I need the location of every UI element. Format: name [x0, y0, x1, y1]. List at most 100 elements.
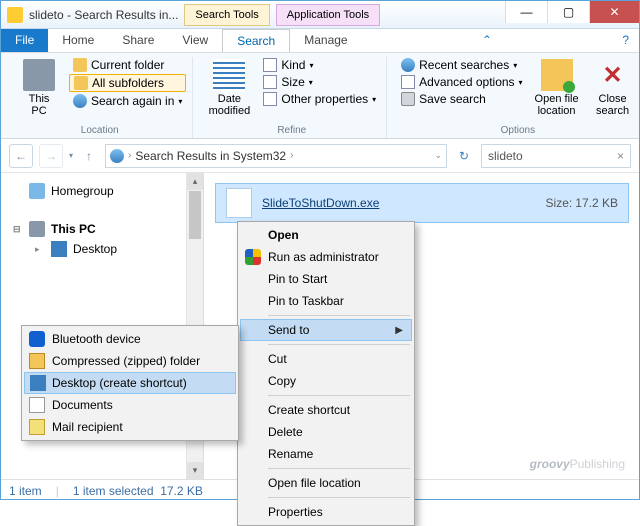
file-menu[interactable]: File: [1, 29, 48, 52]
ctx-properties[interactable]: Properties: [240, 501, 412, 523]
ctx-pin-taskbar[interactable]: Pin to Taskbar: [240, 290, 412, 312]
back-button[interactable]: ←: [9, 144, 33, 168]
ribbon-group-location: This PC Current folder All subfolders Se…: [7, 57, 193, 138]
nav-homegroup[interactable]: Homegroup: [11, 181, 182, 201]
up-button[interactable]: ↑: [79, 146, 99, 166]
calendar-icon: [213, 59, 245, 91]
scroll-thumb[interactable]: [189, 191, 201, 239]
ctx-label: Run as administrator: [268, 250, 379, 264]
ctx-label: Cut: [268, 352, 287, 366]
ctx-send-to[interactable]: Send to▶: [240, 319, 412, 341]
scroll-down-icon[interactable]: ▾: [187, 462, 203, 479]
search-again-label: Search again in: [91, 94, 174, 108]
close-search-button[interactable]: ✕ Close search: [587, 57, 639, 119]
ctx-label: Rename: [268, 447, 313, 461]
nav-label: Desktop: [73, 242, 117, 256]
address-bar[interactable]: › Search Results in System32 › ⌄: [105, 144, 447, 168]
save-search-button[interactable]: Save search: [397, 91, 526, 107]
ctx-rename[interactable]: Rename: [240, 443, 412, 465]
tab-share[interactable]: Share: [108, 29, 168, 52]
address-dropdown-icon[interactable]: ⌄: [434, 150, 442, 161]
sendto-mail[interactable]: Mail recipient: [24, 416, 236, 438]
ctx-divider: [268, 395, 410, 396]
size-button[interactable]: Size ▾: [259, 74, 380, 90]
contextual-tab-search[interactable]: Search Tools: [184, 4, 269, 26]
refresh-button[interactable]: ↻: [453, 145, 475, 167]
breadcrumb-sep: ›: [290, 150, 293, 161]
nav-label: Homegroup: [51, 184, 114, 198]
shield-icon: [245, 249, 261, 265]
all-subfolders-button[interactable]: All subfolders: [69, 74, 186, 92]
recent-searches-button[interactable]: Recent searches ▾: [397, 57, 526, 73]
group-label-options: Options: [501, 123, 535, 138]
ctx-open[interactable]: Open: [240, 224, 412, 246]
scroll-up-icon[interactable]: ▴: [187, 173, 203, 190]
minimize-button[interactable]: —: [505, 1, 547, 23]
sendto-documents[interactable]: Documents: [24, 394, 236, 416]
tab-view[interactable]: View: [168, 29, 222, 52]
search-input[interactable]: slideto ×: [481, 144, 631, 168]
sendto-zip[interactable]: Compressed (zipped) folder: [24, 350, 236, 372]
status-selection: 1 item selected 17.2 KB: [73, 484, 203, 498]
recent-label: Recent searches: [419, 58, 509, 72]
search-again-button[interactable]: Search again in ▾: [69, 93, 186, 109]
ctx-copy[interactable]: Copy: [240, 370, 412, 392]
zip-icon: [29, 353, 45, 369]
folder-icon: [73, 58, 87, 72]
size-label: Size: [281, 75, 304, 89]
nav-this-pc[interactable]: ⊟This PC: [11, 219, 182, 239]
help-button[interactable]: ?: [612, 29, 639, 52]
ctx-open-location[interactable]: Open file location: [240, 472, 412, 494]
nav-desktop[interactable]: ▸Desktop: [11, 239, 182, 259]
ctx-label: Compressed (zipped) folder: [52, 354, 200, 368]
nav-label: This PC: [51, 222, 96, 236]
ctx-label: Open file location: [268, 476, 361, 490]
this-pc-button[interactable]: This PC: [13, 57, 65, 119]
advanced-options-button[interactable]: Advanced options ▾: [397, 74, 526, 90]
other-props-label: Other properties: [281, 92, 368, 106]
history-dropdown-icon[interactable]: ▾: [69, 151, 73, 160]
ctx-create-shortcut[interactable]: Create shortcut: [240, 399, 412, 421]
kind-button[interactable]: Kind ▾: [259, 57, 380, 73]
ctx-delete[interactable]: Delete: [240, 421, 412, 443]
sendto-desktop-shortcut[interactable]: Desktop (create shortcut): [24, 372, 236, 394]
ctx-label: Open: [268, 228, 299, 242]
close-button[interactable]: ✕: [589, 1, 639, 23]
mail-icon: [29, 419, 45, 435]
clear-search-icon[interactable]: ×: [617, 149, 624, 163]
open-file-location-button[interactable]: Open file location: [531, 57, 583, 119]
sendto-bluetooth[interactable]: Bluetooth device: [24, 328, 236, 350]
contextual-tab-application[interactable]: Application Tools: [276, 4, 380, 26]
tab-home[interactable]: Home: [48, 29, 108, 52]
search-icon: [73, 94, 87, 108]
maximize-button[interactable]: ▢: [547, 1, 589, 23]
date-modified-button[interactable]: Date modified: [203, 57, 255, 119]
ribbon-group-options: Recent searches ▾ Advanced options ▾ Sav…: [391, 57, 640, 138]
props-icon: [263, 92, 277, 106]
save-icon: [401, 92, 415, 106]
ctx-divider: [268, 344, 410, 345]
app-icon: [7, 7, 23, 23]
homegroup-icon: [29, 183, 45, 199]
ctx-label: Copy: [268, 374, 296, 388]
other-props-button[interactable]: Other properties ▾: [259, 91, 380, 107]
file-name: SlideToShutDown.exe: [262, 196, 536, 210]
ctx-label: Create shortcut: [268, 403, 350, 417]
tab-search[interactable]: Search: [222, 29, 290, 52]
ctx-cut[interactable]: Cut: [240, 348, 412, 370]
breadcrumb[interactable]: Search Results in System32: [135, 149, 286, 163]
ctx-pin-start[interactable]: Pin to Start: [240, 268, 412, 290]
ctx-run-admin[interactable]: Run as administrator: [240, 246, 412, 268]
current-folder-button[interactable]: Current folder: [69, 57, 186, 73]
sendto-submenu: Bluetooth device Compressed (zipped) fol…: [21, 325, 239, 441]
forward-button[interactable]: →: [39, 144, 63, 168]
open-location-icon: [541, 59, 573, 91]
file-item-selected[interactable]: SlideToShutDown.exe Size: 17.2 KB: [215, 183, 629, 223]
desktop-icon: [30, 375, 46, 391]
tab-manage[interactable]: Manage: [290, 29, 361, 52]
pc-icon: [23, 59, 55, 91]
ctx-label: Delete: [268, 425, 303, 439]
all-subfolders-label: All subfolders: [92, 76, 164, 90]
collapse-ribbon-icon[interactable]: ⌃: [472, 29, 502, 52]
advanced-label: Advanced options: [419, 75, 514, 89]
